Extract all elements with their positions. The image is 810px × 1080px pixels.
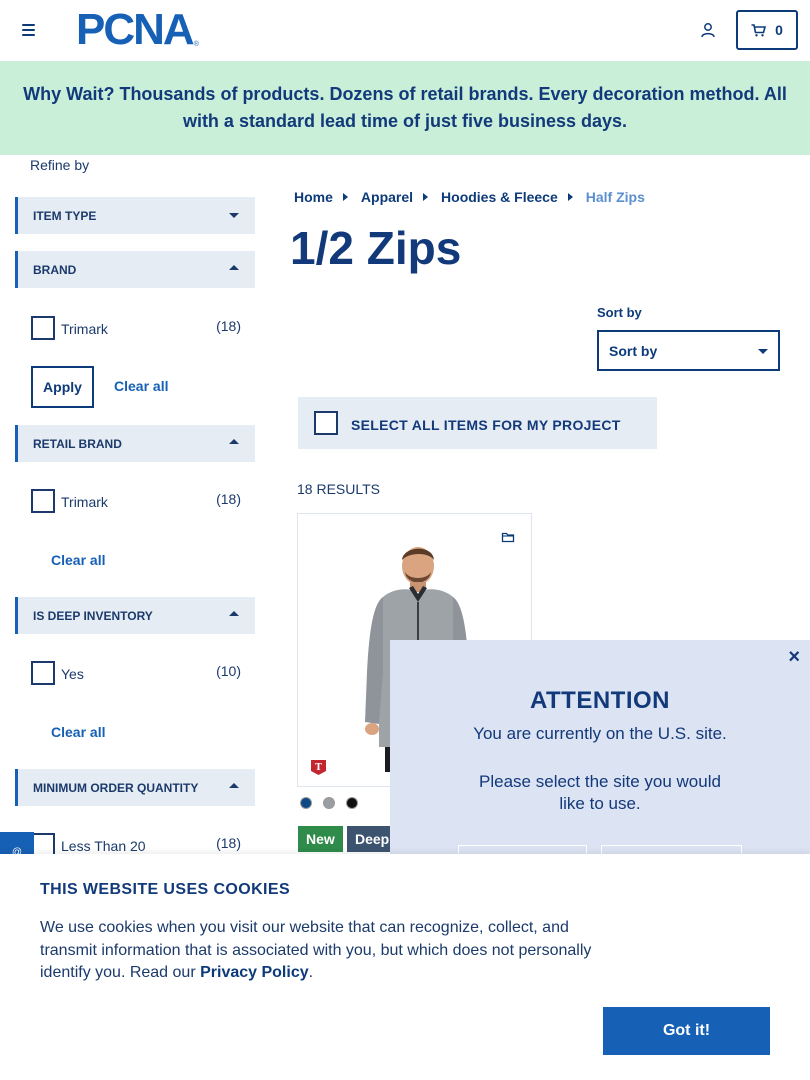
color-swatches [300,797,358,809]
deep-inventory-option-yes[interactable]: Yes (10) [31,661,243,687]
chevron-up-icon [229,439,239,444]
got-it-button[interactable]: Got it! [603,1007,770,1055]
logo-trademark: ® [193,41,199,48]
cookie-text: We use cookies when you visit our websit… [40,917,610,985]
sort-label: Sort by [597,305,642,320]
new-badge: New [298,826,343,852]
option-count: (18) [216,318,241,334]
chevron-up-icon [229,611,239,616]
breadcrumb-apparel[interactable]: Apparel [361,189,413,205]
site-header: PCNA ® 0 [0,0,810,61]
chevron-down-icon [758,349,768,354]
results-count: 18 RESULTS [297,481,380,497]
trimark-brand-badge: T [311,760,326,775]
facet-label: RETAIL BRAND [33,436,122,451]
cookie-body: We use cookies when you visit our websit… [40,919,592,981]
facet-label: MINIMUM ORDER QUANTITY [33,780,199,795]
facet-label: ITEM TYPE [33,208,97,223]
account-icon[interactable] [700,22,716,38]
facet-minimum-order-quantity[interactable]: MINIMUM ORDER QUANTITY [15,769,255,806]
sort-select[interactable]: Sort by [597,330,780,371]
breadcrumb-half-zips: Half Zips [585,189,645,205]
clear-all-deep-inventory-link[interactable]: Clear all [51,724,105,740]
clear-all-brand-link[interactable]: Clear all [114,378,168,394]
cart-count: 0 [775,22,783,38]
select-all-checkbox[interactable] [314,411,338,435]
cookie-banner: THIS WEBSITE USES COOKIES We use cookies… [0,854,810,1080]
chevron-down-icon [229,213,239,218]
facet-is-deep-inventory[interactable]: IS DEEP INVENTORY [15,597,255,634]
option-label: Trimark [61,321,108,337]
folder-icon[interactable] [501,530,515,544]
checkbox[interactable] [31,661,55,685]
facet-item-type[interactable]: ITEM TYPE [15,197,255,234]
retail-brand-option-trimark[interactable]: Trimark (18) [31,489,243,515]
cart-button[interactable]: 0 [736,10,798,50]
breadcrumb: Home Apparel Hoodies & Fleece Half Zips [294,189,645,205]
facet-label: IS DEEP INVENTORY [33,608,153,623]
promo-banner: Why Wait? Thousands of products. Dozens … [0,61,810,155]
facet-label: BRAND [33,262,77,277]
option-label: Trimark [61,494,108,510]
cookie-title: THIS WEBSITE USES COOKIES [40,881,291,898]
menu-icon[interactable] [22,24,35,36]
privacy-policy-link[interactable]: Privacy Policy [200,964,309,981]
color-swatch[interactable] [346,797,358,809]
checkbox[interactable] [31,489,55,513]
logo-text: PCNA [76,5,195,54]
option-count: (18) [216,835,241,851]
chevron-up-icon [229,783,239,788]
option-label: Yes [61,666,84,682]
apply-button[interactable]: Apply [31,366,94,408]
select-all-label: SELECT ALL ITEMS FOR MY PROJECT [351,417,621,433]
cart-icon [751,23,767,36]
caret-right-icon [342,193,348,201]
option-count: (10) [216,663,241,679]
svg-text:T: T [315,763,322,773]
color-swatch[interactable] [323,797,335,809]
cookie-period: . [308,964,314,981]
clear-all-retail-brand-link[interactable]: Clear all [51,552,105,568]
breadcrumb-hoodies-fleece[interactable]: Hoodies & Fleece [441,189,558,205]
modal-message: You are currently on the U.S. site. [473,724,727,743]
sort-value: Sort by [609,342,658,359]
caret-right-icon [423,193,429,201]
facet-brand[interactable]: BRAND [15,251,255,288]
refine-by-label: Refine by [30,157,90,173]
modal-title: ATTENTION [529,687,671,714]
page: PCNA ® 0 Why Wait? Thousands of products… [0,0,810,1080]
brand-option-trimark[interactable]: Trimark (18) [31,316,243,342]
caret-right-icon [567,193,573,201]
chevron-up-icon [229,265,239,270]
option-label: Less Than 20 [61,838,146,854]
option-count: (18) [216,491,241,507]
checkbox[interactable] [31,316,55,340]
pcna-logo[interactable]: PCNA ® [76,8,199,52]
page-title: 1/2 Zips [290,222,462,274]
breadcrumb-home[interactable]: Home [294,189,333,205]
select-all-items[interactable]: SELECT ALL ITEMS FOR MY PROJECT [298,397,657,449]
color-swatch[interactable] [300,797,312,809]
facet-retail-brand[interactable]: RETAIL BRAND [15,425,255,462]
close-icon[interactable]: × [788,646,800,669]
modal-instruction: Please select the site you would like to… [479,772,721,813]
promo-banner-text: Why Wait? Thousands of products. Dozens … [23,84,787,131]
